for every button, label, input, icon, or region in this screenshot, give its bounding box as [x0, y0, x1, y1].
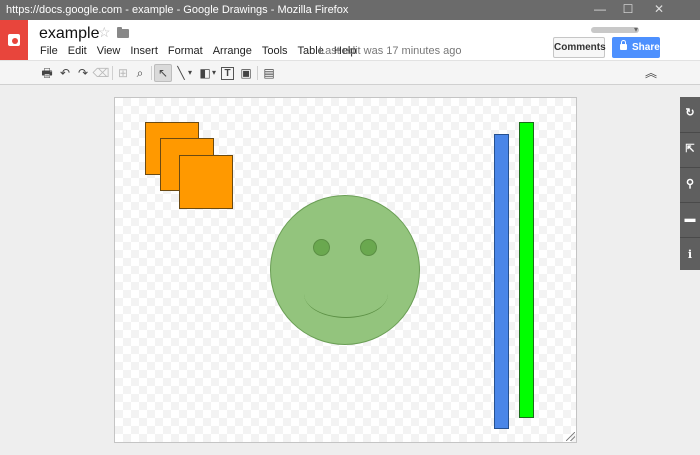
account-caret-icon[interactable]: ▾ [634, 25, 638, 34]
textbox-icon[interactable]: T [221, 67, 234, 80]
print-icon[interactable]: 🖶 [38, 64, 56, 82]
comments-button[interactable]: Comments [553, 37, 606, 58]
zoom-icon[interactable]: ⌕ [131, 64, 149, 82]
menu-format[interactable]: Format [168, 45, 203, 59]
maximize-button[interactable]: ☐ [614, 0, 642, 20]
comment-icon[interactable]: ▤ [260, 64, 278, 82]
select-icon[interactable]: ↖ [154, 64, 172, 82]
app-header: example ☆ File Edit View Insert Format A… [0, 20, 700, 60]
smiley-mouth [304, 258, 388, 318]
menu-edit[interactable]: Edit [68, 45, 87, 59]
close-window-button[interactable]: ✕ [645, 0, 673, 20]
smiley-right-eye [360, 239, 377, 256]
smiley-face-shape[interactable] [270, 195, 420, 345]
blue-rectangle-shape[interactable] [494, 134, 509, 429]
minimize-button[interactable]: — [586, 0, 614, 20]
account-email[interactable] [591, 27, 639, 33]
side-panel: ↻ ⇱ ⚲ ▬ i [680, 97, 700, 270]
zoom-fit-icon[interactable]: ⊞ [114, 64, 132, 82]
document-title[interactable]: example [39, 25, 99, 43]
toolbar: 🖶 ↶ ↷ ⌫ ⊞ ⌕ ↖ ╲ ▾ ◧ ▾ T ▣ ▤ ︽ [0, 60, 700, 85]
redo-icon[interactable]: ↷ [74, 64, 92, 82]
toolbar-divider [151, 66, 152, 80]
canvas-resize-handle[interactable] [566, 432, 575, 441]
line-caret-icon[interactable]: ▾ [186, 64, 194, 82]
undo-icon[interactable]: ↶ [56, 64, 74, 82]
lock-icon [620, 40, 627, 50]
share-button[interactable]: Share [612, 37, 660, 58]
share-label: Share [632, 42, 660, 53]
menu-file[interactable]: File [40, 45, 58, 59]
drawings-logo[interactable] [0, 20, 28, 60]
menu-bar: File Edit View Insert Format Arrange Too… [40, 45, 366, 59]
menu-arrange[interactable]: Arrange [213, 45, 252, 59]
menu-tools[interactable]: Tools [262, 45, 288, 59]
pin-icon[interactable]: ⚲ [680, 167, 700, 200]
image-icon[interactable]: ▣ [237, 64, 255, 82]
layout-icon[interactable]: ▬ [680, 202, 700, 235]
refresh-icon[interactable]: ↻ [680, 97, 700, 130]
window-title: https://docs.google.com - example - Goog… [6, 4, 349, 16]
green-rectangle-shape[interactable] [519, 122, 534, 418]
collapse-icon[interactable]: ︽ [642, 64, 660, 82]
folder-icon[interactable] [117, 27, 129, 38]
orange-square-3[interactable] [179, 155, 233, 209]
info-icon[interactable]: i [680, 237, 700, 270]
shape-caret-icon[interactable]: ▾ [210, 64, 218, 82]
star-icon[interactable]: ☆ [98, 24, 111, 41]
window-titlebar: https://docs.google.com - example - Goog… [0, 0, 700, 20]
toolbar-divider [257, 66, 258, 80]
paint-format-icon[interactable]: ⌫ [92, 64, 110, 82]
last-edit-status[interactable]: Last edit was 17 minutes ago [319, 45, 461, 57]
menu-insert[interactable]: Insert [130, 45, 158, 59]
toolbar-divider [112, 66, 113, 80]
smiley-left-eye [313, 239, 330, 256]
open-new-window-icon[interactable]: ⇱ [680, 132, 700, 165]
menu-view[interactable]: View [97, 45, 121, 59]
